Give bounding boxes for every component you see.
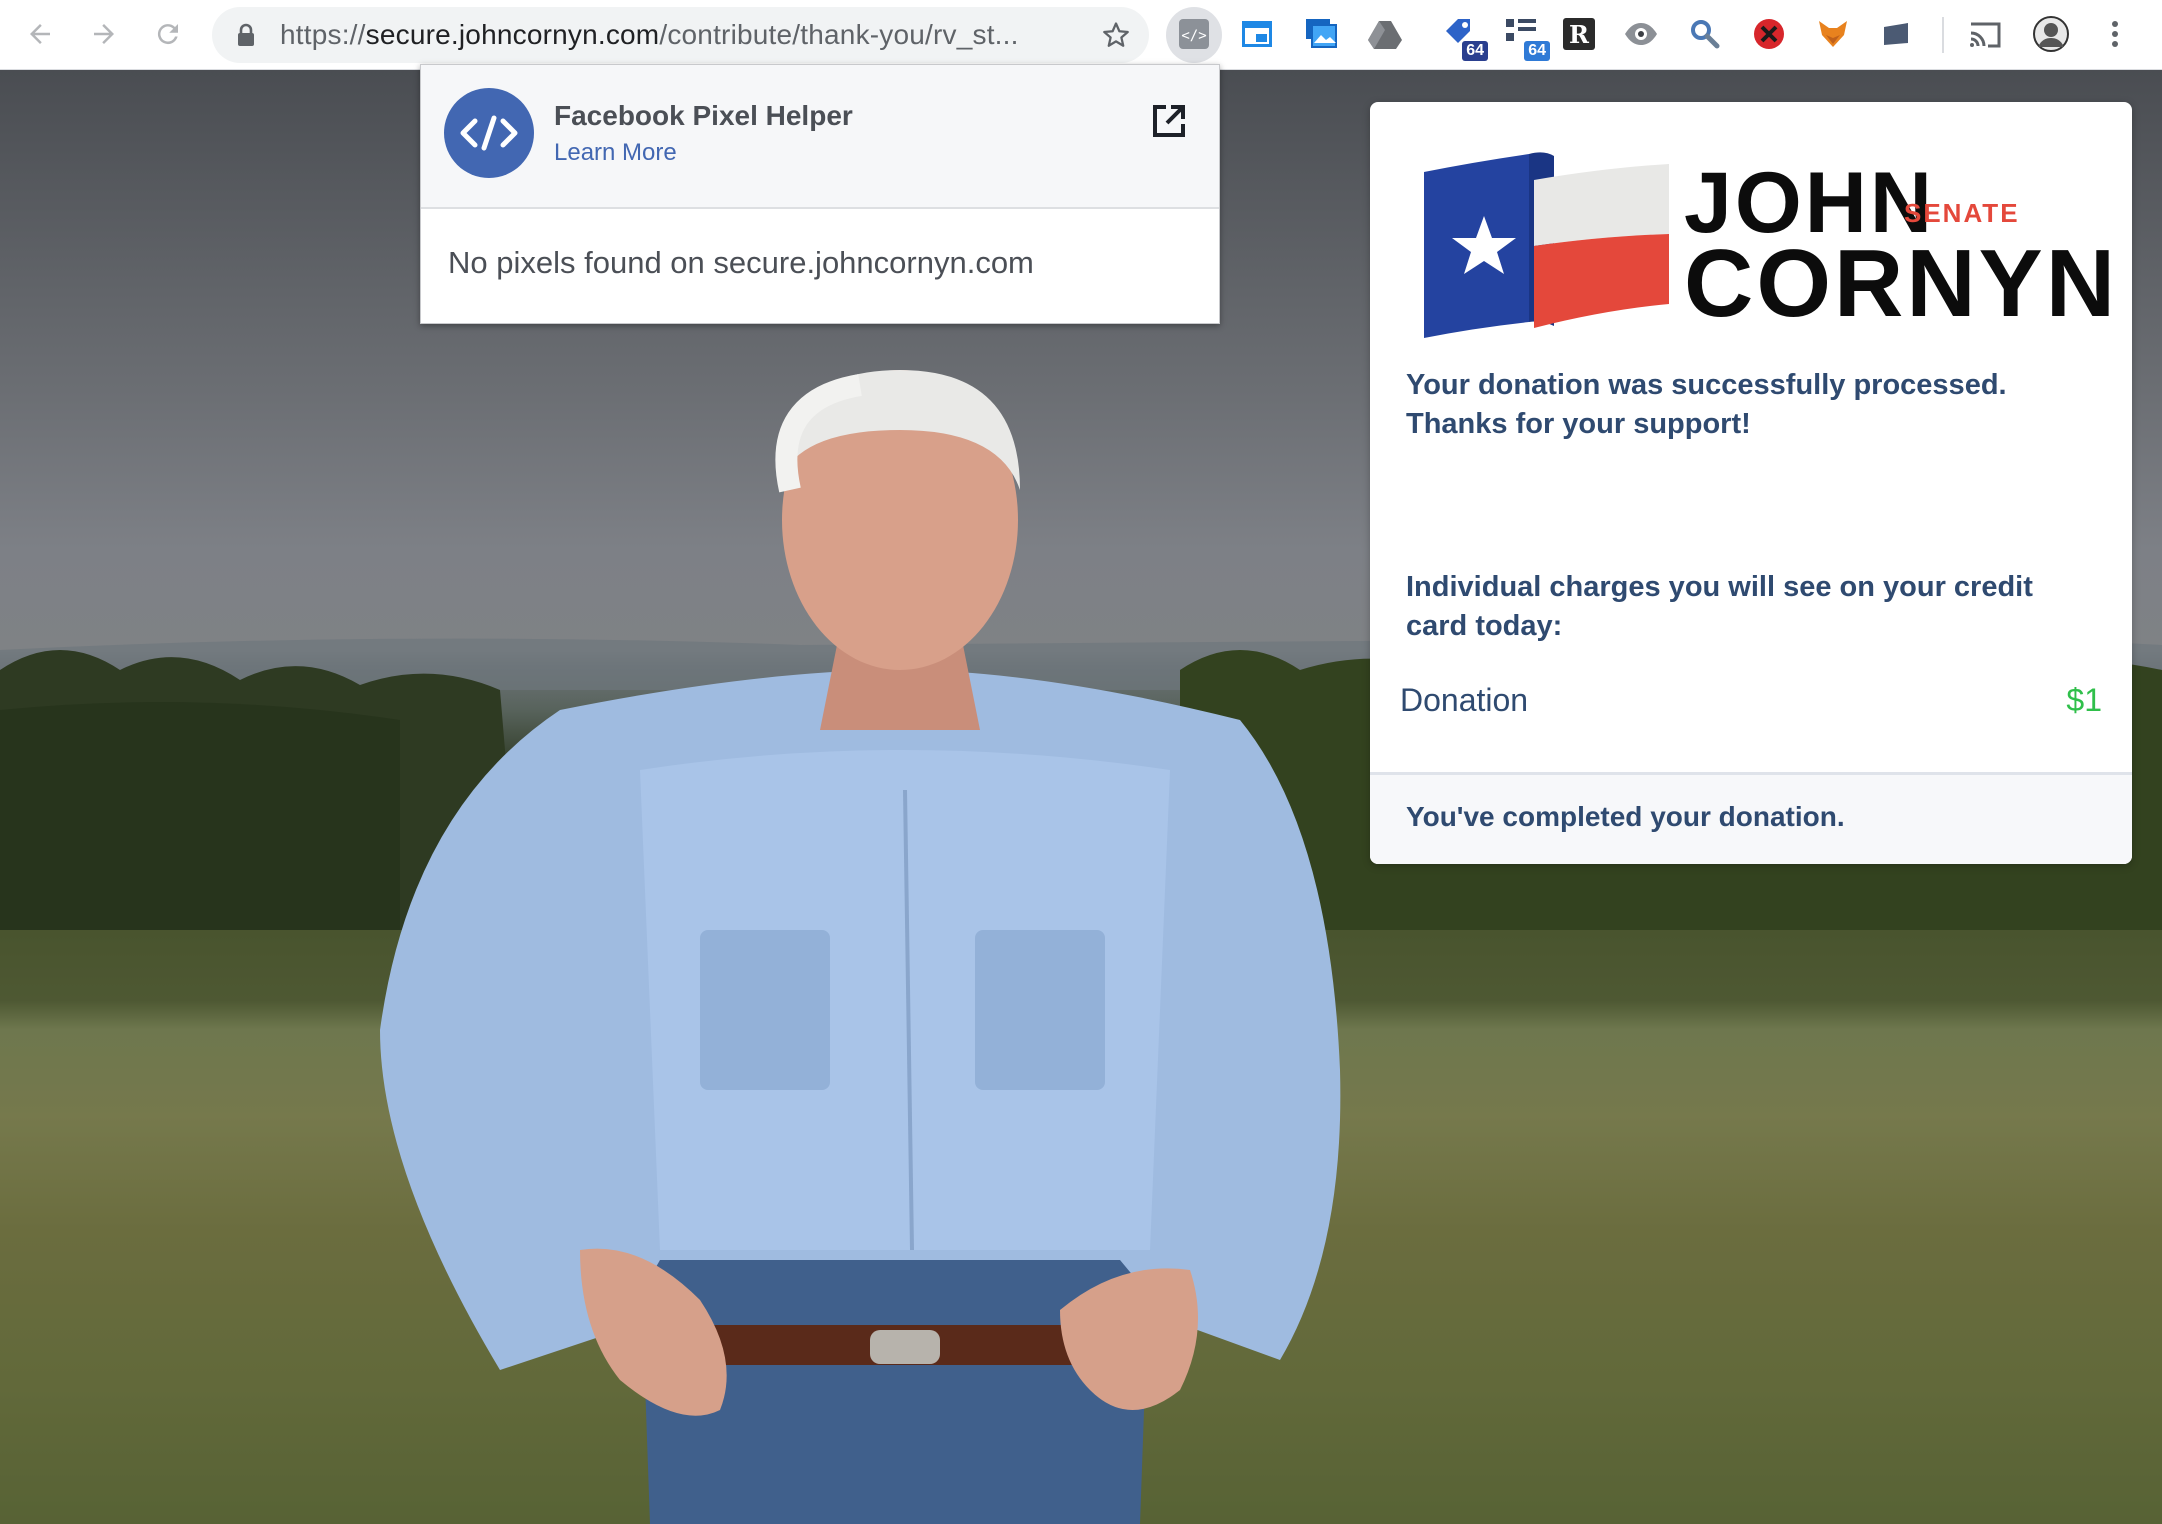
pixel-helper-extension-icon[interactable]: </>: [1175, 15, 1213, 53]
line-item-label: Donation: [1400, 682, 1529, 718]
completion-message: You've completed your donation.: [1406, 801, 1845, 832]
tag-extension-icon[interactable]: 64: [1440, 15, 1488, 61]
url-host: secure.johncornyn.com: [365, 19, 660, 50]
bookmark-star-icon[interactable]: [1101, 20, 1131, 50]
extension-badge: 64: [1524, 41, 1550, 61]
pixel-helper-popup: Facebook Pixel Helper Learn More No pixe…: [420, 64, 1220, 324]
line-item-amount: $1: [2066, 682, 2102, 718]
code-brackets-icon: [444, 88, 534, 178]
external-link-icon[interactable]: [1149, 101, 1189, 141]
profile-avatar[interactable]: [2032, 15, 2070, 53]
address-bar[interactable]: https://secure.johncornyn.com/contribute…: [212, 7, 1149, 63]
arrow-left-icon: [30, 24, 50, 44]
browser-menu-button[interactable]: [2096, 15, 2134, 53]
blocker-extension-icon[interactable]: [1750, 15, 1788, 53]
card-footer: You've completed your donation.: [1370, 772, 2132, 864]
logo-senate: SENATE: [1904, 198, 2020, 228]
fox-extension-icon[interactable]: [1814, 15, 1852, 53]
learn-more-link[interactable]: Learn More: [554, 139, 677, 167]
no-pixels-message: No pixels found on secure.johncornyn.com: [448, 245, 1034, 280]
back-button[interactable]: [18, 12, 62, 56]
reload-icon: [157, 24, 178, 45]
svg-text:R: R: [1569, 20, 1590, 49]
popup-header: Facebook Pixel Helper Learn More: [421, 65, 1219, 209]
extension-badge: 64: [1462, 41, 1488, 61]
drive-extension-icon[interactable]: [1366, 15, 1404, 53]
search-extension-icon[interactable]: [1686, 15, 1724, 53]
cast-icon[interactable]: [1966, 15, 2004, 53]
screenshot-extension-icon[interactable]: [1302, 15, 1340, 53]
kebab-menu-icon: [2112, 21, 2118, 47]
eye-extension-icon[interactable]: [1622, 15, 1660, 53]
logo-last-name: CORNYN: [1684, 230, 2119, 337]
toolbar-separator: [1942, 17, 1944, 53]
url-text[interactable]: https://secure.johncornyn.com/contribute…: [280, 21, 1019, 49]
svg-text:</>: </>: [1181, 28, 1206, 44]
tree-extension-icon[interactable]: 64: [1502, 15, 1550, 61]
forward-button[interactable]: [82, 12, 126, 56]
success-message: Your donation was successfully processed…: [1406, 369, 2007, 440]
card-extension-icon[interactable]: [1878, 15, 1916, 53]
charges-heading: Individual charges you will see on your …: [1406, 571, 2033, 642]
readability-extension-icon[interactable]: R: [1560, 15, 1598, 53]
texas-flag-logo: [1424, 152, 1669, 338]
browser-toolbar: https://secure.johncornyn.com/contribute…: [0, 0, 2162, 70]
campaign-logo: JOHN SENATE CORNYN: [1424, 150, 2115, 340]
reload-button[interactable]: [146, 12, 190, 56]
url-path: /contribute/thank-you/rv_st...: [659, 19, 1019, 50]
lock-icon: [238, 23, 254, 46]
popup-title: Facebook Pixel Helper: [554, 100, 853, 131]
url-scheme: https://: [280, 19, 366, 50]
donation-card: JOHN SENATE CORNYN Your donation was suc…: [1370, 102, 2132, 864]
window-extension-icon[interactable]: [1238, 15, 1276, 53]
arrow-right-icon: [94, 24, 114, 44]
